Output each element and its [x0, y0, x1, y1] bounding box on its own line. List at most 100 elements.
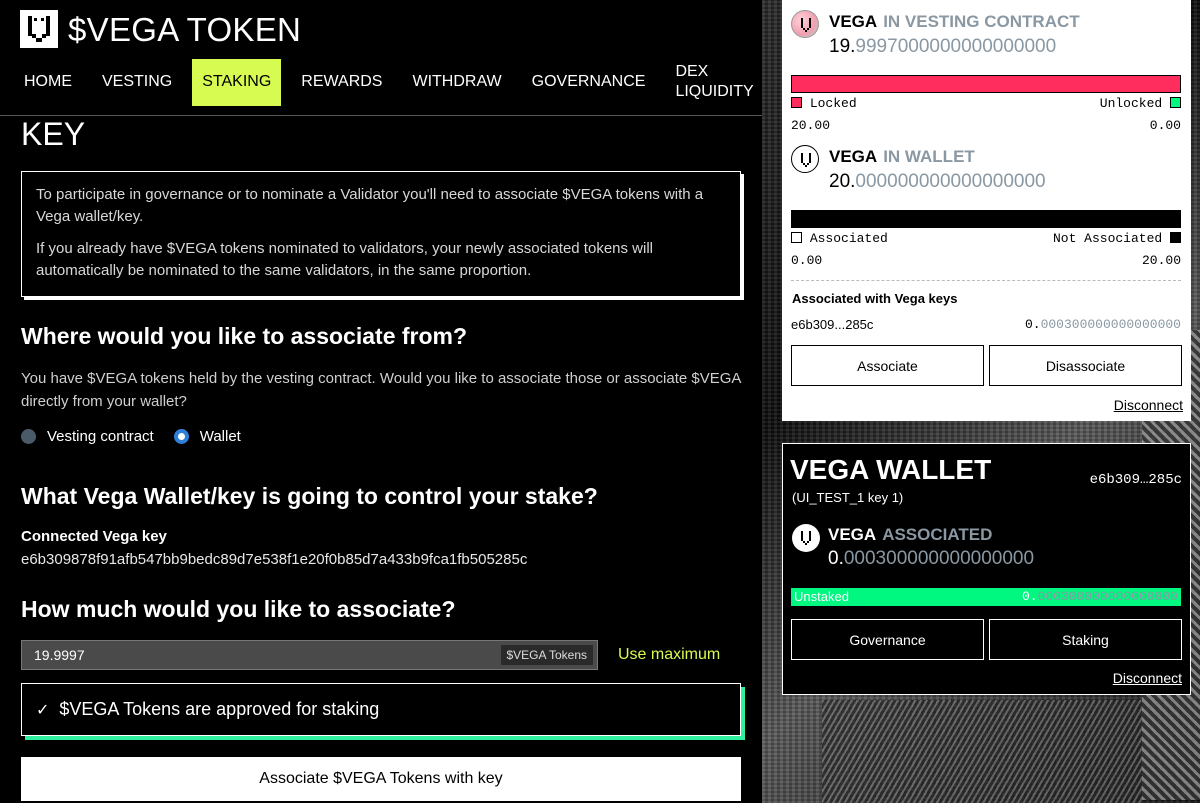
vesting-legend: Locked Unlocked	[791, 96, 1181, 111]
nav-rewards[interactable]: REWARDS	[291, 59, 392, 106]
token-qualifier: IN WALLET	[883, 147, 975, 166]
staking-button[interactable]: Staking	[989, 619, 1182, 660]
radio-vesting-contract[interactable]: Vesting contract	[21, 428, 154, 445]
vega-token-icon	[791, 145, 819, 173]
approval-text: $VEGA Tokens are approved for staking	[59, 699, 380, 719]
check-icon: ✓	[36, 701, 50, 719]
token-name: VEGA	[829, 12, 878, 31]
amount-integer: 0.	[1021, 589, 1038, 604]
associated-key-row: e6b309...285c 0.000300000000000000	[791, 317, 1181, 332]
token-qualifier: ASSOCIATED	[882, 525, 993, 544]
top-header: $VEGA TOKEN HOME VESTING STAKING REWARDS…	[0, 0, 762, 116]
unlocked-legend: Unlocked	[1100, 96, 1181, 111]
locked-swatch	[791, 97, 802, 108]
unlocked-label: Unlocked	[1099, 96, 1163, 111]
not-associated-value: 20.00	[1141, 253, 1181, 268]
vega-wallet-title: VEGA WALLET	[790, 454, 992, 485]
vesting-amount: 19.9997000000000000000	[829, 36, 1056, 58]
vega-wallet-card: VEGA WALLET e6b309…285c (UI_TEST_1 key 1…	[782, 443, 1191, 695]
disconnect-eth-link[interactable]: Disconnect	[1114, 397, 1183, 413]
associated-swatch	[791, 232, 802, 243]
associated-value: 0.00	[791, 253, 823, 268]
locked-bar-fill	[792, 76, 1180, 92]
radio-unchecked-icon[interactable]	[21, 429, 36, 444]
info-callout: To participate in governance or to nomin…	[21, 171, 741, 297]
locked-label: Locked	[809, 96, 857, 111]
vega-token-icon	[791, 10, 819, 38]
associated-key: e6b309...285c	[791, 317, 874, 332]
nav-vesting[interactable]: VESTING	[92, 59, 182, 106]
locked-progress-bar	[791, 75, 1181, 93]
wallet-sidebar: VEGA IN VESTING CONTRACT 19.9997000000000…	[762, 0, 1200, 803]
info-text: If you already have $VEGA tokens nominat…	[36, 240, 653, 279]
vega-wallet-key-name: (UI_TEST_1 key 1)	[792, 490, 904, 505]
associated-key-amount: 0.000300000000000000	[1025, 317, 1181, 332]
disconnect-vega-link[interactable]: Disconnect	[1113, 670, 1182, 686]
background-texture	[822, 700, 1142, 803]
amount-heading: How much would you like to associate?	[21, 596, 456, 622]
vega-associated-title: VEGA ASSOCIATED	[828, 525, 992, 545]
vega-token-icon	[792, 524, 820, 552]
locked-value: 20.00	[791, 118, 831, 133]
nav-staking[interactable]: STAKING	[192, 58, 282, 106]
source-radio-group: Vesting contract Wallet	[21, 428, 261, 445]
associate-from-description: You have $VEGA tokens held by the vestin…	[21, 370, 741, 410]
radio-checked-icon[interactable]	[173, 429, 189, 444]
vesting-token-title: VEGA IN VESTING CONTRACT	[829, 12, 1080, 32]
associated-progress-bar	[791, 210, 1181, 228]
use-maximum-link[interactable]: Use maximum	[618, 646, 720, 664]
amount-integer: 0.	[1024, 317, 1041, 332]
amount-decimals: 000000000000000000	[855, 171, 1046, 192]
associated-legend: Associated	[791, 231, 888, 246]
wallet-values: 0.00 20.00	[791, 253, 1181, 268]
not-associated-label: Not Associated	[1052, 231, 1163, 246]
ethereum-wallet-card: VEGA IN VESTING CONTRACT 19.9997000000000…	[782, 0, 1191, 421]
amount-integer: 19.	[829, 36, 856, 57]
amount-decimals: 000300000000000000	[843, 548, 1035, 569]
page-title: KEY	[21, 116, 86, 152]
radio-wallet[interactable]: Wallet	[173, 428, 241, 445]
nav-governance[interactable]: GOVERNANCE	[522, 59, 656, 106]
token-name: VEGA	[829, 147, 878, 166]
not-associated-legend: Not Associated	[1053, 231, 1181, 246]
unlocked-value: 0.00	[1149, 118, 1181, 133]
token-qualifier: IN VESTING CONTRACT	[883, 12, 1080, 31]
vega-wallet-key: e6b309…285c	[1089, 472, 1182, 488]
divider	[791, 280, 1181, 281]
radio-label: Wallet	[199, 428, 241, 445]
wallet-legend: Associated Not Associated	[791, 231, 1181, 246]
amount-decimals: 9997000000000000000	[855, 36, 1057, 57]
vesting-values: 20.00 0.00	[791, 118, 1181, 133]
nav-dex-liquidity[interactable]: DEX LIQUIDITY	[665, 59, 755, 106]
main-nav: HOME VESTING STAKING REWARDS WITHDRAW GO…	[14, 58, 762, 106]
unstaked-value: 0.000300000000000000	[1022, 589, 1178, 604]
control-stake-heading: What Vega Wallet/key is going to control…	[21, 483, 598, 509]
amount-integer: 0.	[828, 548, 844, 569]
token-name: VEGA	[828, 525, 877, 544]
wallet-amount: 20.000000000000000000	[829, 171, 1046, 193]
disassociate-button[interactable]: Disassociate	[989, 345, 1182, 386]
vega-associated-amount: 0.000300000000000000	[828, 548, 1034, 570]
radio-label: Vesting contract	[47, 428, 154, 445]
associate-submit-button[interactable]: Associate $VEGA Tokens with key	[21, 757, 741, 801]
nav-home[interactable]: HOME	[14, 59, 82, 106]
associated-label: Associated	[809, 231, 888, 246]
approval-status: ✓ $VEGA Tokens are approved for staking	[21, 683, 741, 736]
info-text: To participate in governance or to nomin…	[36, 186, 704, 225]
amount-integer: 20.	[829, 171, 856, 192]
amount-field: $VEGA Tokens	[21, 640, 598, 670]
connected-key-label: Connected Vega key	[21, 528, 167, 545]
nav-withdraw[interactable]: WITHDRAW	[402, 59, 511, 106]
amount-input[interactable]	[22, 641, 492, 669]
amount-decimals: 000300000000000000	[1037, 589, 1178, 604]
not-associated-swatch	[1170, 232, 1181, 243]
unstaked-label: Unstaked	[794, 589, 849, 604]
locked-legend: Locked	[791, 96, 857, 111]
amount-decimals: 000300000000000000	[1040, 317, 1181, 332]
brand-title: $VEGA TOKEN	[68, 11, 302, 48]
vega-logo-icon[interactable]	[20, 10, 58, 48]
associate-button[interactable]: Associate	[791, 345, 984, 386]
token-unit-badge: $VEGA Tokens	[500, 645, 593, 665]
governance-button[interactable]: Governance	[791, 619, 984, 660]
unlocked-swatch	[1170, 97, 1181, 108]
